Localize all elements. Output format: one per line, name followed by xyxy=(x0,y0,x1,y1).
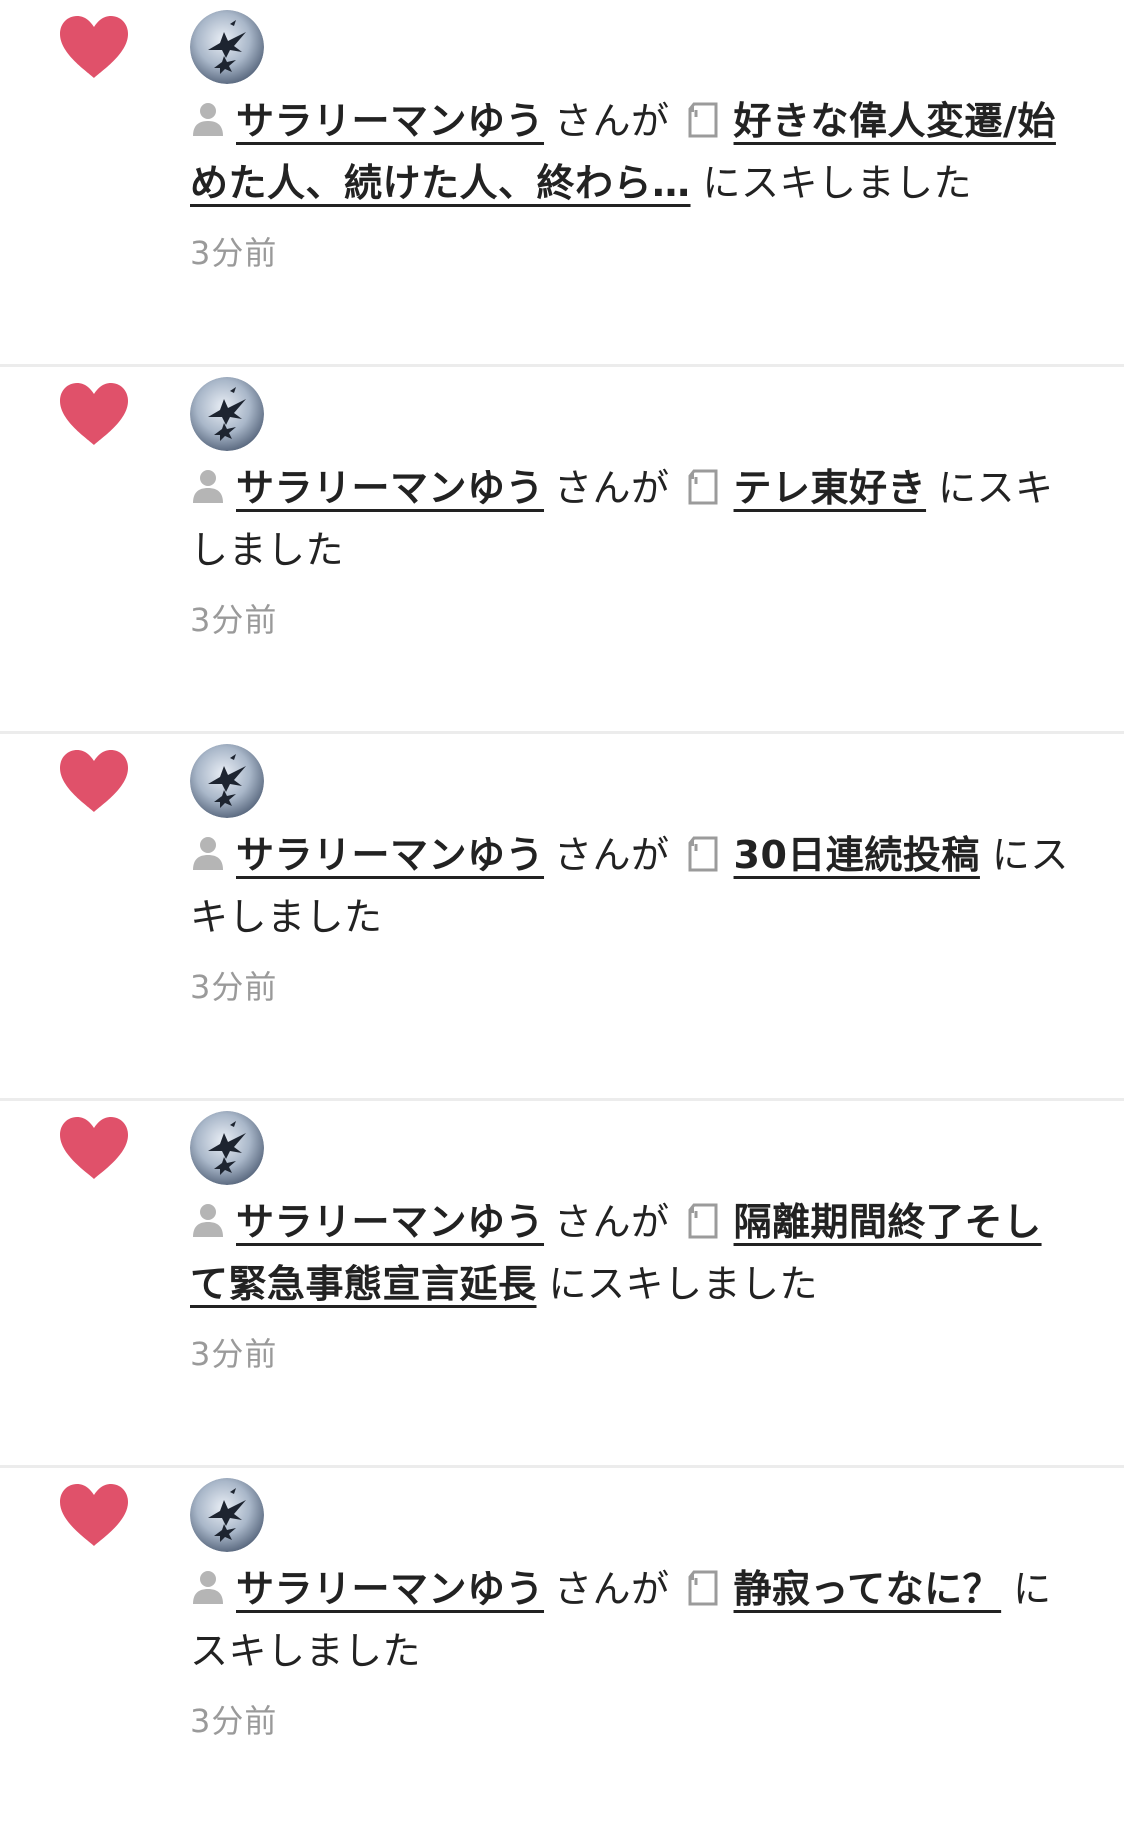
note-icon xyxy=(688,1203,718,1239)
heart-icon xyxy=(60,1484,128,1546)
notification-message: サラリーマンゆう さんが 静寂ってなに？ にスキしました xyxy=(190,1558,1070,1682)
avatar[interactable] xyxy=(190,744,264,818)
note-icon xyxy=(688,102,718,138)
action-text: にスキしました xyxy=(548,1262,819,1306)
user-icon xyxy=(193,1571,223,1604)
note-title-link[interactable]: 30日連続投稿 xyxy=(734,833,980,877)
notification-content: サラリーマンゆう さんが テレ東好き にスキしました 3分前 xyxy=(190,457,1070,641)
action-text: にスキしました xyxy=(702,161,973,205)
notification-content: サラリーマンゆう さんが 静寂ってなに？ にスキしました 3分前 xyxy=(190,1558,1070,1742)
note-icon xyxy=(688,1570,718,1606)
user-name-link[interactable]: サラリーマンゆう xyxy=(236,466,544,510)
avatar[interactable] xyxy=(190,1478,264,1552)
note-icon xyxy=(688,836,718,872)
timestamp: 3分前 xyxy=(190,234,278,272)
san-ga-text: さんが xyxy=(554,99,670,143)
avatar[interactable] xyxy=(190,1111,264,1185)
user-icon xyxy=(193,1204,223,1237)
user-icon xyxy=(193,837,223,870)
san-ga-text: さんが xyxy=(554,833,670,877)
user-name-link[interactable]: サラリーマンゆう xyxy=(236,833,544,877)
notification-list: サラリーマンゆう さんが 好きな偉人変遷/始めた人、続けた人、終わら… にスキしました… xyxy=(0,0,1124,1835)
notification-item[interactable]: サラリーマンゆう さんが 隔離期間終了そして緊急事態宣言延長 にスキしました 3分前 xyxy=(0,1101,1124,1468)
user-icon xyxy=(193,470,223,503)
san-ga-text: さんが xyxy=(554,1567,670,1611)
notification-item[interactable]: サラリーマンゆう さんが テレ東好き にスキしました 3分前 xyxy=(0,367,1124,734)
san-ga-text: さんが xyxy=(554,1200,670,1244)
notification-content: サラリーマンゆう さんが 隔離期間終了そして緊急事態宣言延長 にスキしました 3分前 xyxy=(190,1191,1070,1375)
notification-item[interactable]: サラリーマンゆう さんが 静寂ってなに？ にスキしました 3分前 xyxy=(0,1468,1124,1835)
avatar[interactable] xyxy=(190,377,264,451)
notification-message: サラリーマンゆう さんが 好きな偉人変遷/始めた人、続けた人、終わら… にスキしました xyxy=(190,90,1070,214)
heart-icon xyxy=(60,16,128,78)
timestamp: 3分前 xyxy=(190,968,278,1006)
notification-item[interactable]: サラリーマンゆう さんが 好きな偉人変遷/始めた人、続けた人、終わら… にスキしました… xyxy=(0,0,1124,367)
timestamp: 3分前 xyxy=(190,601,278,639)
san-ga-text: さんが xyxy=(554,466,670,510)
heart-icon xyxy=(60,750,128,812)
heart-icon xyxy=(60,1117,128,1179)
user-icon xyxy=(193,103,223,136)
user-name-link[interactable]: サラリーマンゆう xyxy=(236,1200,544,1244)
notification-message: サラリーマンゆう さんが テレ東好き にスキしました xyxy=(190,457,1070,581)
user-name-link[interactable]: サラリーマンゆう xyxy=(236,99,544,143)
avatar[interactable] xyxy=(190,10,264,84)
notification-message: サラリーマンゆう さんが 隔離期間終了そして緊急事態宣言延長 にスキしました xyxy=(190,1191,1070,1315)
notification-content: サラリーマンゆう さんが 30日連続投稿 にスキしました 3分前 xyxy=(190,824,1070,1008)
note-icon xyxy=(688,469,718,505)
notification-message: サラリーマンゆう さんが 30日連続投稿 にスキしました xyxy=(190,824,1070,948)
user-name-link[interactable]: サラリーマンゆう xyxy=(236,1567,544,1611)
heart-icon xyxy=(60,383,128,445)
notification-content: サラリーマンゆう さんが 好きな偉人変遷/始めた人、続けた人、終わら… にスキしました… xyxy=(190,90,1070,274)
note-title-link[interactable]: テレ東好き xyxy=(734,466,927,510)
notification-item[interactable]: サラリーマンゆう さんが 30日連続投稿 にスキしました 3分前 xyxy=(0,734,1124,1101)
timestamp: 3分前 xyxy=(190,1702,278,1740)
timestamp: 3分前 xyxy=(190,1335,278,1373)
note-title-link[interactable]: 静寂ってなに？ xyxy=(734,1567,1002,1611)
